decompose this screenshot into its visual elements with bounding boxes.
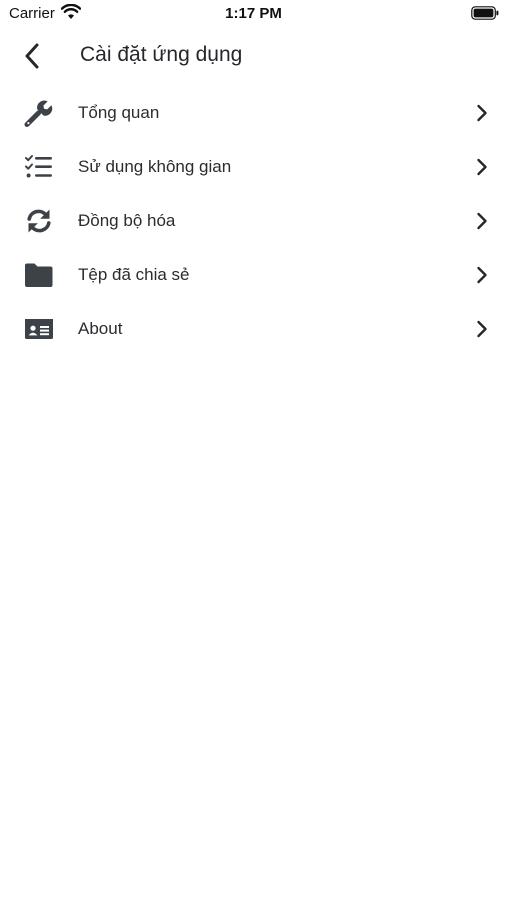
- menu-item-label: Tệp đã chia sẻ: [78, 265, 190, 284]
- chevron-right-icon: [476, 212, 488, 230]
- menu-item-shared-files[interactable]: Tệp đã chia sẻ: [0, 248, 507, 302]
- sync-icon: [24, 207, 54, 235]
- menu-item-about[interactable]: About: [0, 302, 507, 356]
- chevron-right-icon: [476, 266, 488, 284]
- menu-item-label: About: [78, 319, 123, 338]
- menu-item-label: Tổng quan: [78, 103, 160, 122]
- chevron-left-icon: [25, 43, 39, 69]
- menu-item-space-usage[interactable]: Sử dụng không gian: [0, 140, 507, 194]
- checklist-icon: [24, 153, 54, 181]
- navigation-bar: Cài đặt ứng dụng: [0, 28, 507, 84]
- id-card-icon: [24, 315, 54, 343]
- status-bar: Carrier 1:17 PM: [0, 0, 507, 28]
- menu-item-label: Đồng bộ hóa: [78, 211, 176, 230]
- folder-icon: [24, 261, 54, 289]
- menu-item-label: Sử dụng không gian: [78, 157, 232, 176]
- battery-icon: [471, 6, 499, 20]
- chevron-right-icon: [476, 158, 488, 176]
- status-time: 1:17 PM: [225, 5, 282, 22]
- back-button[interactable]: [18, 40, 50, 72]
- chevron-right-icon: [476, 104, 488, 122]
- wrench-icon: [24, 99, 54, 127]
- chevron-right-icon: [476, 320, 488, 338]
- menu-item-overview[interactable]: Tổng quan: [0, 86, 507, 140]
- page-title: Cài đặt ứng dụng: [80, 43, 243, 66]
- settings-menu: Tổng quan Sử dụng không gian Đồng bộ hóa…: [0, 86, 507, 356]
- menu-item-sync[interactable]: Đồng bộ hóa: [0, 194, 507, 248]
